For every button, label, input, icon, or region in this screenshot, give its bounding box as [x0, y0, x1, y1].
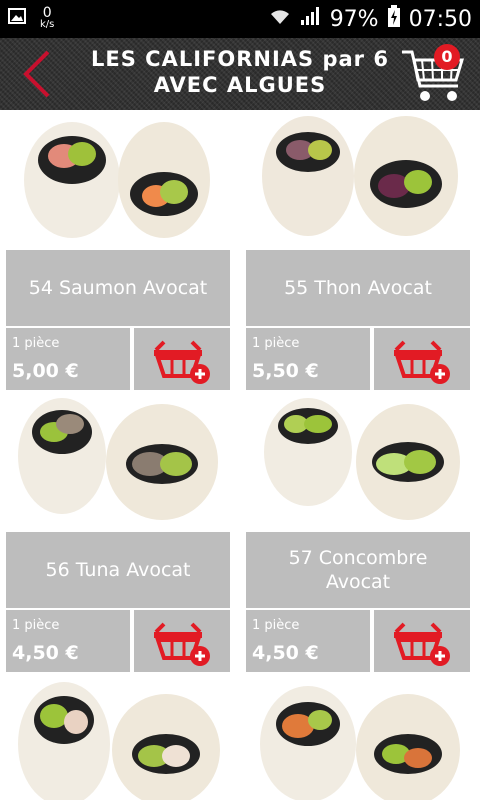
add-to-cart-button[interactable]	[374, 328, 470, 390]
sushi-photo	[264, 398, 460, 520]
add-basket-icon	[394, 340, 450, 384]
network-speed: 0 k/s	[40, 6, 54, 30]
add-basket-icon	[154, 622, 210, 666]
page-title: LES CALIFORNIAS par 6 AVEC ALGUES	[70, 46, 410, 98]
gallery-notification-icon	[8, 7, 26, 29]
sushi-photo	[262, 116, 458, 236]
price-box: 1 pièce 4,50 €	[6, 610, 130, 672]
signal-icon	[300, 6, 322, 32]
price-box: 1 pièce 4,50 €	[246, 610, 370, 672]
product-photo[interactable]	[6, 392, 230, 528]
product-name: 57 Concombre Avocat	[246, 532, 470, 608]
price-value: 5,50 €	[252, 360, 319, 382]
cart-button[interactable]: 0	[398, 42, 470, 108]
price-box: 1 pièce 5,00 €	[6, 328, 130, 390]
add-to-cart-button[interactable]	[374, 610, 470, 672]
app-header: LES CALIFORNIAS par 6 AVEC ALGUES 0	[0, 38, 480, 110]
chevron-left-icon	[23, 50, 50, 98]
wifi-icon	[268, 6, 292, 32]
sushi-photo	[18, 398, 218, 520]
sushi-photo	[18, 682, 220, 804]
status-bar: 0 k/s 97% 07:50	[0, 0, 480, 38]
product-photo[interactable]	[246, 392, 470, 528]
price-value: 5,00 €	[12, 360, 79, 382]
product-name: 56 Tuna Avocat	[6, 532, 230, 608]
price-box: 1 pièce 5,50 €	[246, 328, 370, 390]
product-name: 55 Thon Avocat	[246, 250, 470, 326]
page-title-line1: LES CALIFORNIAS par 6	[91, 47, 389, 71]
network-speed-value: 0	[42, 5, 52, 21]
battery-charging-icon	[387, 5, 401, 33]
add-basket-icon	[394, 622, 450, 666]
price-unit: 1 pièce	[12, 336, 60, 351]
price-unit: 1 pièce	[252, 336, 300, 351]
add-basket-icon	[154, 340, 210, 384]
sushi-photo	[24, 122, 210, 238]
product-photo[interactable]	[246, 674, 470, 804]
back-button[interactable]	[18, 48, 58, 100]
price-value: 4,50 €	[12, 642, 79, 664]
product-name: 54 Saumon Avocat	[6, 250, 230, 326]
product-grid: 54 Saumon Avocat 1 pièce 5,00 € 55 Thon …	[0, 110, 480, 804]
clock: 07:50	[408, 6, 472, 32]
add-to-cart-button[interactable]	[134, 610, 230, 672]
cart-count-badge: 0	[434, 44, 460, 70]
price-value: 4,50 €	[252, 642, 319, 664]
sushi-photo	[260, 686, 460, 804]
network-speed-unit: k/s	[40, 19, 55, 30]
product-photo[interactable]	[6, 674, 230, 804]
product-photo[interactable]	[246, 110, 470, 246]
battery-percent: 97%	[329, 6, 379, 32]
product-photo[interactable]	[6, 110, 230, 246]
price-unit: 1 pièce	[12, 618, 60, 633]
add-to-cart-button[interactable]	[134, 328, 230, 390]
page-title-line2: AVEC ALGUES	[153, 73, 327, 97]
price-unit: 1 pièce	[252, 618, 300, 633]
